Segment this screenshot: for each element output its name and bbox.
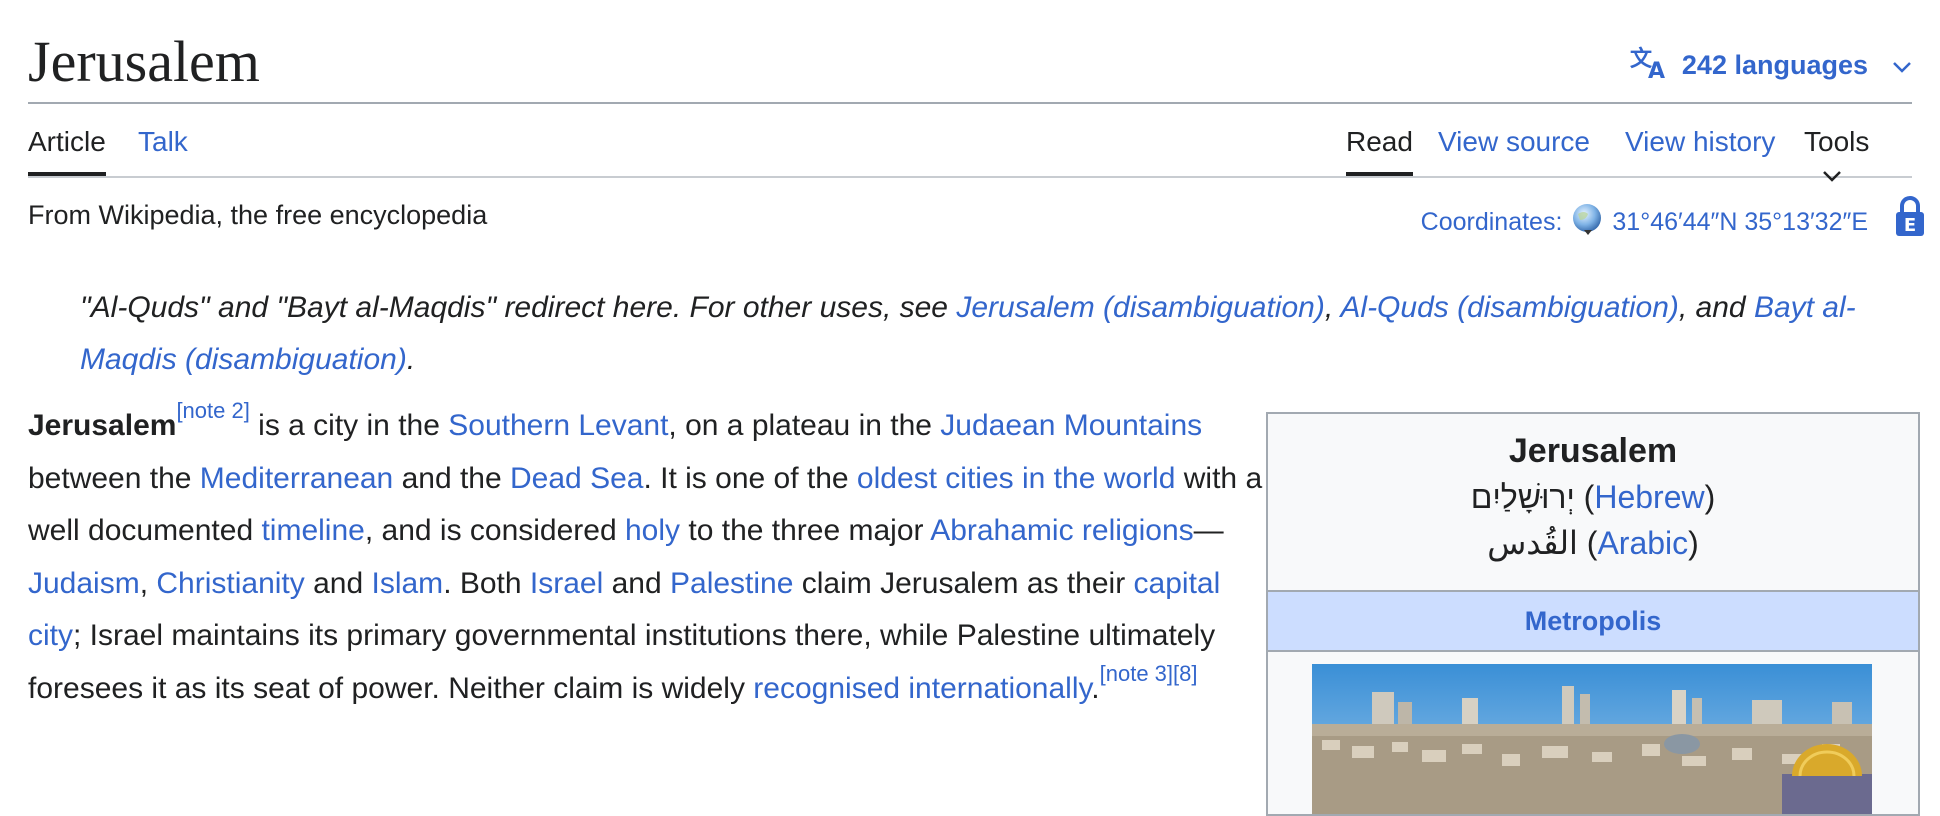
coordinates[interactable]: Coordinates: 31°46′44″N 35°13′32″E <box>1421 202 1868 243</box>
body-text: is a city in the <box>249 409 449 442</box>
infobox-arabic-name: القُدس (Arabic) <box>1268 524 1918 562</box>
link-mediterranean[interactable]: Mediterranean <box>200 462 393 495</box>
title-bar: Jerusalem 文 A 242 languages <box>28 20 1912 104</box>
tab-read[interactable]: Read <box>1346 126 1413 176</box>
paren: ( <box>1586 525 1598 561</box>
link-southern-levant[interactable]: Southern Levant <box>448 409 668 442</box>
tab-article[interactable]: Article <box>28 126 106 176</box>
lead-paragraph: Jerusalem[note 2] is a city in the South… <box>28 400 1263 715</box>
hatnote-text: , <box>1324 291 1341 324</box>
chevron-down-icon <box>1822 158 1842 189</box>
site-tagline: From Wikipedia, the free encyclopedia <box>28 200 488 230</box>
body-text: and <box>304 566 372 600</box>
body-text: . <box>1091 671 1100 705</box>
link-hebrew[interactable]: Hebrew <box>1594 479 1704 515</box>
languages-label: 242 languages <box>1681 50 1868 80</box>
link-palestine[interactable]: Palestine <box>670 567 793 600</box>
article-subject: Jerusalem <box>28 409 177 442</box>
body-text: — <box>1193 514 1224 547</box>
tools-label: Tools <box>1804 126 1870 157</box>
svg-text:A: A <box>1648 59 1665 80</box>
svg-text:E: E <box>1904 215 1916 236</box>
tools-menu[interactable]: Tools <box>1804 126 1912 204</box>
infobox-title: Jerusalem <box>1508 432 1678 470</box>
page-title: Jerusalem <box>28 29 260 94</box>
footnote-note-3-8[interactable]: [note 3][8] <box>1100 661 1198 686</box>
tab-talk[interactable]: Talk <box>138 126 188 172</box>
lock-icon[interactable]: E <box>1894 196 1926 243</box>
wikipedia-page: Jerusalem 文 A 242 languages Article Talk… <box>0 0 1940 816</box>
body-text: , and is considered <box>364 514 625 547</box>
page-tabs: Article Talk Read View source View histo… <box>28 104 1912 182</box>
hatnote-text: . <box>406 343 416 376</box>
coordinates-value[interactable]: 31°46′44″N 35°13′32″E <box>1612 208 1868 237</box>
paren: ) <box>1704 479 1716 515</box>
tab-view-history[interactable]: View history <box>1625 126 1775 172</box>
link-dead-sea[interactable]: Dead Sea <box>510 462 643 495</box>
globe-icon[interactable] <box>1570 202 1604 243</box>
link-judaism[interactable]: Judaism <box>28 567 140 600</box>
body-text: between the <box>28 461 200 495</box>
link-abrahamic-religions[interactable]: Abrahamic religions <box>930 514 1193 547</box>
link-arabic[interactable]: Arabic <box>1597 525 1688 561</box>
city-skyline-image[interactable] <box>1312 664 1872 814</box>
paren: ) <box>1688 525 1699 561</box>
body-text: . It is one of the <box>643 461 857 495</box>
body-text: , <box>139 566 157 600</box>
infobox-hebrew-name: יְרוּשָׁלַיִם (Hebrew) <box>1268 479 1918 516</box>
paren: ( <box>1583 479 1595 515</box>
body-text: and <box>603 566 670 600</box>
link-recognised-internationally[interactable]: recognised internationally <box>753 672 1091 705</box>
link-judaean-mountains[interactable]: Judaean Mountains <box>940 409 1202 442</box>
infobox: Jerusalem יְרוּשָׁלַיִם (Hebrew) القُدس … <box>1266 412 1920 816</box>
body-text: claim Jerusalem as their <box>793 566 1134 600</box>
hebrew-native-name: יְרוּשָׁלַיִם <box>1470 479 1575 515</box>
hatnote: "Al-Quds" and "Bayt al-Maqdis" redirect … <box>80 282 1900 386</box>
body-text: . Both <box>443 566 530 600</box>
link-timeline[interactable]: timeline <box>261 514 364 547</box>
link-israel[interactable]: Israel <box>530 567 603 600</box>
link-al-quds-disambiguation[interactable]: Al-Quds (disambiguation) <box>1340 291 1678 324</box>
tab-view-source[interactable]: View source <box>1438 126 1590 172</box>
link-oldest-cities[interactable]: oldest cities in the world <box>857 462 1176 495</box>
body-text: , on a plateau in the <box>668 409 941 442</box>
body-text: and the <box>393 461 511 495</box>
link-jerusalem-disambiguation[interactable]: Jerusalem (disambiguation) <box>956 291 1325 324</box>
coordinates-label: Coordinates: <box>1420 208 1563 236</box>
footnote-note-2[interactable]: [note 2] <box>176 398 249 423</box>
hatnote-text: , and <box>1678 291 1754 324</box>
translate-icon: 文 A <box>1630 44 1672 87</box>
link-holy[interactable]: holy <box>625 514 680 547</box>
link-christianity[interactable]: Christianity <box>156 567 304 600</box>
body-text: to the three major <box>680 514 931 547</box>
languages-button[interactable]: 文 A 242 languages <box>1630 44 1912 87</box>
metropolis-link[interactable]: Metropolis <box>1525 606 1662 637</box>
chevron-down-icon <box>1892 50 1912 81</box>
link-islam[interactable]: Islam <box>372 567 444 600</box>
hatnote-text: "Al-Quds" and "Bayt al-Maqdis" redirect … <box>80 291 957 324</box>
arabic-native-name: القُدس <box>1487 525 1578 561</box>
infobox-type-band[interactable]: Metropolis <box>1268 590 1918 652</box>
